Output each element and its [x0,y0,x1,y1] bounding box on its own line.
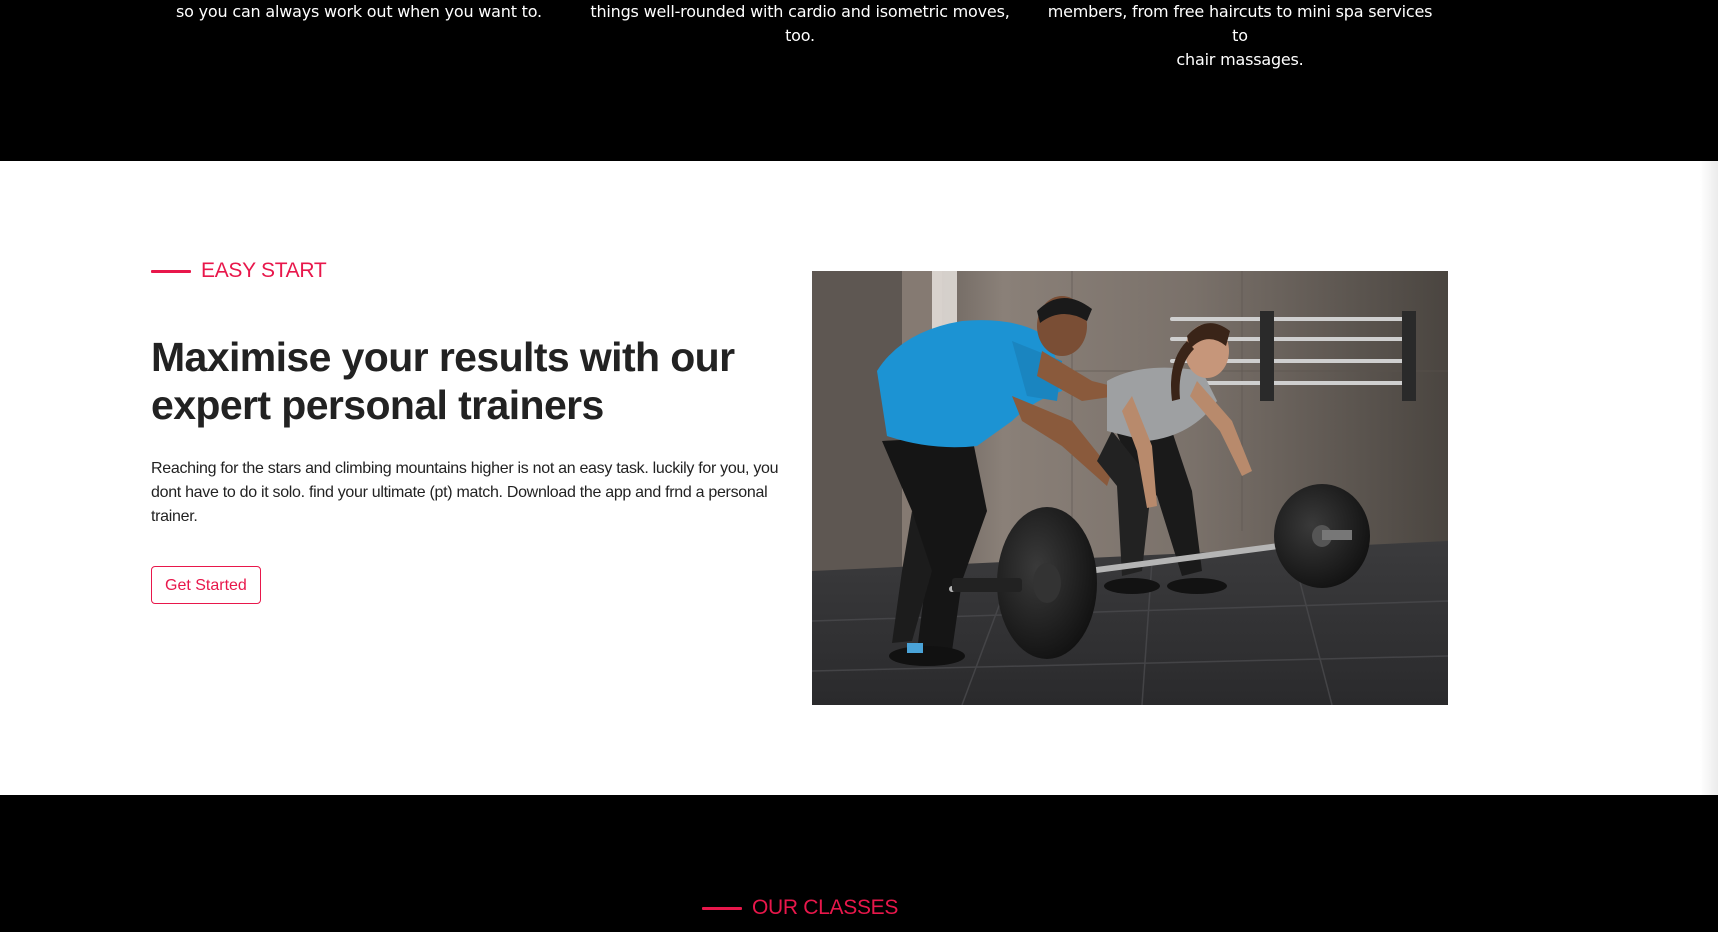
easy-start-eyebrow: EASY START [151,259,327,283]
eyebrow-accent-bar [702,906,742,910]
features-band: so you can always work out when you want… [0,0,1718,161]
eyebrow-label: OUR CLASSES [752,896,899,919]
feature-1-text: so you can always work out when you want… [160,0,558,24]
headline-line-1: Maximise your results with our [151,334,735,380]
feature-2-line-2: too. [785,26,815,45]
section-description: Reaching for the stars and climbing moun… [151,460,779,525]
trainer-photo [812,271,1448,705]
section-headline: Maximise your results with our expert pe… [151,333,791,429]
feature-2-text: things well-rounded with cardio and isom… [580,0,1020,48]
eyebrow-accent-bar [151,269,191,273]
eyebrow-label: EASY START [201,259,327,282]
feature-3-line-2: chair massages. [1176,50,1304,69]
scroll-edge-shadow [1700,161,1718,795]
get-started-button[interactable]: Get Started [151,566,261,604]
feature-1-line: so you can always work out when you want… [176,2,542,21]
page: so you can always work out when you want… [0,0,1718,932]
feature-3-text: members, from free haircuts to mini spa … [1040,0,1440,72]
feature-2-line-1: things well-rounded with cardio and isom… [590,2,1010,21]
our-classes-eyebrow: OUR CLASSES [702,896,898,920]
feature-3-line-1: members, from free haircuts to mini spa … [1047,2,1433,45]
trainer-photo-illustration [812,271,1448,705]
headline-line-2: expert personal trainers [151,382,604,428]
